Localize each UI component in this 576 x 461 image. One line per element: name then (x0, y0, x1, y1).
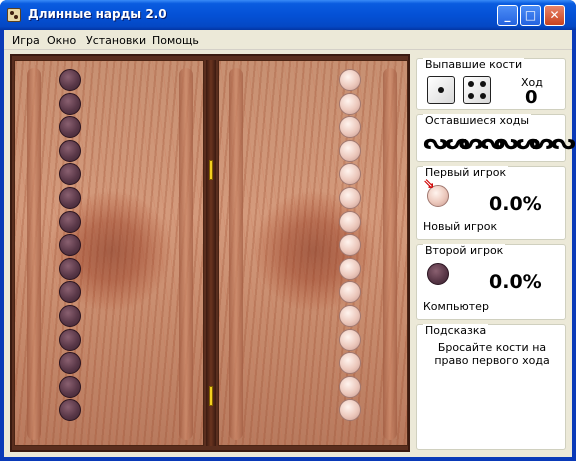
light-checker[interactable] (339, 399, 361, 422)
light-checker[interactable] (339, 163, 361, 186)
light-checker[interactable] (339, 187, 361, 209)
light-checker[interactable] (339, 116, 361, 139)
board-rail (179, 68, 193, 440)
backgammon-board[interactable] (10, 54, 410, 452)
hint-group: Подсказка Бросайте кости на право первог… (416, 324, 566, 450)
dice-group-title: Выпавшие кости (423, 58, 525, 71)
light-checker[interactable] (339, 139, 361, 162)
light-checker[interactable] (339, 281, 361, 304)
client-area: Игра Окно Установки Помощь Выпавшие кост… (4, 30, 576, 457)
move-ornament-icon: ᔕᔓ (458, 130, 505, 155)
current-turn-arrow-icon: ⇘ (423, 176, 435, 192)
light-checker[interactable] (339, 352, 361, 375)
die-pip (480, 93, 486, 99)
dark-checker[interactable] (59, 163, 81, 186)
dark-checker[interactable] (59, 399, 81, 422)
remaining-moves-title: Оставшиеся ходы (423, 114, 532, 127)
dark-checker[interactable] (59, 92, 81, 115)
dark-checker[interactable] (59, 116, 81, 139)
player-two-group: Второй игрок 0.0% Компьютер (416, 244, 566, 320)
dark-checker[interactable] (59, 328, 81, 351)
hint-title: Подсказка (423, 324, 489, 337)
player-one-name: Новый игрок (423, 220, 498, 233)
menu-settings[interactable]: Установки (86, 34, 146, 47)
app-window: Длинные нарды 2.0 _ □ ✕ Игра Окно Устано… (0, 0, 576, 461)
side-panel: Выпавшие кости Ход 0 Оставшиеся ходы ᔓᔕ … (416, 54, 576, 452)
die-two[interactable] (463, 76, 491, 104)
player-one-percent: 0.0% (489, 193, 542, 215)
minimize-button[interactable]: _ (497, 5, 518, 26)
light-checker[interactable] (339, 375, 361, 398)
die-pip (480, 81, 486, 87)
move-ornament-icon: ᔓᔕ (493, 130, 541, 155)
dark-checker[interactable] (59, 139, 81, 162)
menu-bar: Игра Окно Установки Помощь (4, 30, 572, 50)
light-checker[interactable] (339, 210, 361, 233)
player-two-title: Второй игрок (423, 244, 506, 257)
remaining-moves-group: Оставшиеся ходы ᔓᔕ ᔕᔓ ᔓᔕ ᔕᔓ (416, 114, 576, 162)
player-one-group: Первый игрок ⇘ 0.0% Новый игрок (416, 166, 566, 240)
dark-checker[interactable] (59, 257, 81, 280)
app-icon[interactable] (7, 8, 21, 22)
board-left-half[interactable] (14, 60, 204, 446)
die-pip (438, 87, 444, 93)
light-checker[interactable] (339, 257, 361, 280)
light-checker[interactable] (339, 69, 361, 91)
dark-checker[interactable] (59, 69, 81, 91)
menu-game[interactable]: Игра (12, 34, 40, 47)
title-bar[interactable]: Длинные нарды 2.0 _ □ ✕ (0, 0, 576, 30)
close-button[interactable]: ✕ (544, 5, 565, 26)
die-pip (468, 93, 474, 99)
player-two-name: Компьютер (423, 300, 489, 313)
board-hinge (209, 386, 213, 406)
dice-group: Выпавшие кости Ход 0 (416, 58, 566, 110)
window-title: Длинные нарды 2.0 (28, 7, 167, 21)
move-ornament-icon: ᔓᔕ (423, 130, 470, 155)
board-rail (229, 68, 243, 440)
menu-help[interactable]: Помощь (152, 34, 199, 47)
maximize-button[interactable]: □ (520, 5, 541, 26)
board-rail (27, 68, 41, 440)
move-number: 0 (525, 87, 538, 108)
board-right-half[interactable] (218, 60, 408, 446)
dark-checker[interactable] (59, 187, 81, 209)
move-ornament-icon: ᔕᔓ (528, 130, 576, 155)
remaining-moves-glyphs: ᔓᔕ ᔕᔓ ᔓᔕ ᔕᔓ (423, 130, 576, 156)
die-one[interactable] (427, 76, 455, 104)
light-checker[interactable] (339, 92, 361, 115)
light-checker[interactable] (339, 328, 361, 351)
light-checker[interactable] (339, 305, 361, 327)
die-pip (468, 81, 474, 87)
dark-checker[interactable] (59, 352, 81, 375)
board-rail (383, 68, 397, 440)
board-hinge (209, 160, 213, 180)
dark-checker[interactable] (59, 210, 81, 233)
player-two-checker (427, 263, 449, 285)
dark-checker[interactable] (59, 375, 81, 398)
dark-checker[interactable] (59, 305, 81, 327)
window-bottom-border (0, 457, 576, 461)
hint-text: Бросайте кости на право первого хода (434, 341, 550, 367)
menu-window[interactable]: Окно (47, 34, 76, 47)
player-two-percent: 0.0% (489, 271, 542, 293)
